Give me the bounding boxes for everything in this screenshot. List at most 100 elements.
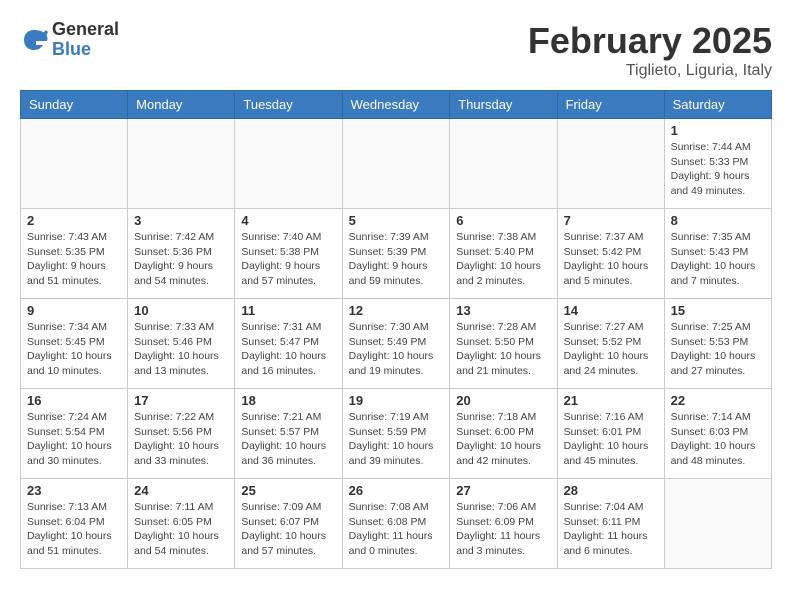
day-info: Sunrise: 7:43 AM Sunset: 5:35 PM Dayligh…	[27, 230, 121, 289]
day-number: 26	[349, 483, 444, 498]
day-info: Sunrise: 7:35 AM Sunset: 5:43 PM Dayligh…	[671, 230, 765, 289]
day-number: 10	[134, 303, 228, 318]
day-info: Sunrise: 7:11 AM Sunset: 6:05 PM Dayligh…	[134, 500, 228, 559]
day-info: Sunrise: 7:33 AM Sunset: 5:46 PM Dayligh…	[134, 320, 228, 379]
day-info: Sunrise: 7:22 AM Sunset: 5:56 PM Dayligh…	[134, 410, 228, 469]
calendar-cell: 16 Sunrise: 7:24 AM Sunset: 5:54 PM Dayli…	[21, 389, 128, 479]
day-number: 15	[671, 303, 765, 318]
weekday-header: Friday	[557, 91, 664, 119]
day-number: 6	[456, 213, 550, 228]
week-row: 1 Sunrise: 7:44 AM Sunset: 5:33 PM Daylig…	[21, 119, 772, 209]
day-number: 5	[349, 213, 444, 228]
day-number: 21	[564, 393, 658, 408]
week-row: 9 Sunrise: 7:34 AM Sunset: 5:45 PM Daylig…	[21, 299, 772, 389]
day-info: Sunrise: 7:40 AM Sunset: 5:38 PM Dayligh…	[241, 230, 335, 289]
calendar-cell: 7 Sunrise: 7:37 AM Sunset: 5:42 PM Daylig…	[557, 209, 664, 299]
day-info: Sunrise: 7:09 AM Sunset: 6:07 PM Dayligh…	[241, 500, 335, 559]
day-number: 9	[27, 303, 121, 318]
day-number: 4	[241, 213, 335, 228]
day-info: Sunrise: 7:34 AM Sunset: 5:45 PM Dayligh…	[27, 320, 121, 379]
weekday-header: Sunday	[21, 91, 128, 119]
day-number: 24	[134, 483, 228, 498]
day-info: Sunrise: 7:28 AM Sunset: 5:50 PM Dayligh…	[456, 320, 550, 379]
day-number: 13	[456, 303, 550, 318]
day-number: 8	[671, 213, 765, 228]
calendar-cell: 4 Sunrise: 7:40 AM Sunset: 5:38 PM Daylig…	[235, 209, 342, 299]
week-row: 23Sunrise: 7:13 AM Sunset: 6:04 PM Dayli…	[21, 479, 772, 569]
calendar: SundayMondayTuesdayWednesdayThursdayFrid…	[20, 90, 772, 569]
day-info: Sunrise: 7:30 AM Sunset: 5:49 PM Dayligh…	[349, 320, 444, 379]
calendar-cell: 22Sunrise: 7:14 AM Sunset: 6:03 PM Dayli…	[664, 389, 771, 479]
day-number: 1	[671, 123, 765, 138]
calendar-cell	[557, 119, 664, 209]
calendar-cell: 28Sunrise: 7:04 AM Sunset: 6:11 PM Dayli…	[557, 479, 664, 569]
calendar-cell: 12Sunrise: 7:30 AM Sunset: 5:49 PM Dayli…	[342, 299, 450, 389]
day-info: Sunrise: 7:24 AM Sunset: 5:54 PM Dayligh…	[27, 410, 121, 469]
day-number: 18	[241, 393, 335, 408]
day-number: 2	[27, 213, 121, 228]
calendar-cell: 2 Sunrise: 7:43 AM Sunset: 5:35 PM Daylig…	[21, 209, 128, 299]
calendar-cell: 8 Sunrise: 7:35 AM Sunset: 5:43 PM Daylig…	[664, 209, 771, 299]
location: Tiglieto, Liguria, Italy	[528, 62, 772, 80]
calendar-cell	[342, 119, 450, 209]
day-info: Sunrise: 7:42 AM Sunset: 5:36 PM Dayligh…	[134, 230, 228, 289]
calendar-cell	[128, 119, 235, 209]
weekday-header: Thursday	[450, 91, 557, 119]
calendar-cell	[664, 479, 771, 569]
day-number: 14	[564, 303, 658, 318]
logo-icon	[20, 26, 48, 54]
day-number: 19	[349, 393, 444, 408]
calendar-cell: 3 Sunrise: 7:42 AM Sunset: 5:36 PM Daylig…	[128, 209, 235, 299]
month-title: February 2025	[528, 20, 772, 62]
day-number: 16	[27, 393, 121, 408]
day-number: 27	[456, 483, 550, 498]
calendar-cell	[450, 119, 557, 209]
day-info: Sunrise: 7:21 AM Sunset: 5:57 PM Dayligh…	[241, 410, 335, 469]
day-number: 20	[456, 393, 550, 408]
calendar-cell: 11Sunrise: 7:31 AM Sunset: 5:47 PM Dayli…	[235, 299, 342, 389]
week-row: 2 Sunrise: 7:43 AM Sunset: 5:35 PM Daylig…	[21, 209, 772, 299]
calendar-cell: 21 Sunrise: 7:16 AM Sunset: 6:01 PM Dayli…	[557, 389, 664, 479]
day-info: Sunrise: 7:06 AM Sunset: 6:09 PM Dayligh…	[456, 500, 550, 559]
calendar-cell: 10 Sunrise: 7:33 AM Sunset: 5:46 PM Dayli…	[128, 299, 235, 389]
logo-text: General Blue	[52, 20, 119, 60]
logo: General Blue	[20, 20, 119, 60]
day-info: Sunrise: 7:16 AM Sunset: 6:01 PM Dayligh…	[564, 410, 658, 469]
calendar-cell: 1 Sunrise: 7:44 AM Sunset: 5:33 PM Daylig…	[664, 119, 771, 209]
day-number: 11	[241, 303, 335, 318]
calendar-cell	[21, 119, 128, 209]
day-info: Sunrise: 7:37 AM Sunset: 5:42 PM Dayligh…	[564, 230, 658, 289]
day-number: 25	[241, 483, 335, 498]
calendar-cell: 6 Sunrise: 7:38 AM Sunset: 5:40 PM Daylig…	[450, 209, 557, 299]
day-info: Sunrise: 7:44 AM Sunset: 5:33 PM Dayligh…	[671, 140, 765, 199]
day-info: Sunrise: 7:39 AM Sunset: 5:39 PM Dayligh…	[349, 230, 444, 289]
weekday-header: Wednesday	[342, 91, 450, 119]
calendar-cell: 14 Sunrise: 7:27 AM Sunset: 5:52 PM Dayli…	[557, 299, 664, 389]
weekday-header: Tuesday	[235, 91, 342, 119]
calendar-cell: 27 Sunrise: 7:06 AM Sunset: 6:09 PM Dayli…	[450, 479, 557, 569]
day-info: Sunrise: 7:25 AM Sunset: 5:53 PM Dayligh…	[671, 320, 765, 379]
day-number: 7	[564, 213, 658, 228]
weekday-header: Monday	[128, 91, 235, 119]
day-info: Sunrise: 7:04 AM Sunset: 6:11 PM Dayligh…	[564, 500, 658, 559]
day-number: 22	[671, 393, 765, 408]
title-block: February 2025 Tiglieto, Liguria, Italy	[528, 20, 772, 80]
day-number: 3	[134, 213, 228, 228]
calendar-cell	[235, 119, 342, 209]
calendar-cell: 13 Sunrise: 7:28 AM Sunset: 5:50 PM Dayli…	[450, 299, 557, 389]
day-info: Sunrise: 7:19 AM Sunset: 5:59 PM Dayligh…	[349, 410, 444, 469]
day-info: Sunrise: 7:38 AM Sunset: 5:40 PM Dayligh…	[456, 230, 550, 289]
calendar-cell: 5 Sunrise: 7:39 AM Sunset: 5:39 PM Daylig…	[342, 209, 450, 299]
day-info: Sunrise: 7:08 AM Sunset: 6:08 PM Dayligh…	[349, 500, 444, 559]
day-info: Sunrise: 7:27 AM Sunset: 5:52 PM Dayligh…	[564, 320, 658, 379]
calendar-cell: 20 Sunrise: 7:18 AM Sunset: 6:00 PM Dayli…	[450, 389, 557, 479]
calendar-cell: 19 Sunrise: 7:19 AM Sunset: 5:59 PM Dayli…	[342, 389, 450, 479]
week-row: 16 Sunrise: 7:24 AM Sunset: 5:54 PM Dayli…	[21, 389, 772, 479]
calendar-cell: 24 Sunrise: 7:11 AM Sunset: 6:05 PM Dayli…	[128, 479, 235, 569]
day-info: Sunrise: 7:18 AM Sunset: 6:00 PM Dayligh…	[456, 410, 550, 469]
page-header: General Blue February 2025 Tiglieto, Lig…	[20, 20, 772, 80]
weekday-header: Saturday	[664, 91, 771, 119]
calendar-cell: 25 Sunrise: 7:09 AM Sunset: 6:07 PM Dayli…	[235, 479, 342, 569]
calendar-cell: 9 Sunrise: 7:34 AM Sunset: 5:45 PM Daylig…	[21, 299, 128, 389]
weekday-header-row: SundayMondayTuesdayWednesdayThursdayFrid…	[21, 91, 772, 119]
